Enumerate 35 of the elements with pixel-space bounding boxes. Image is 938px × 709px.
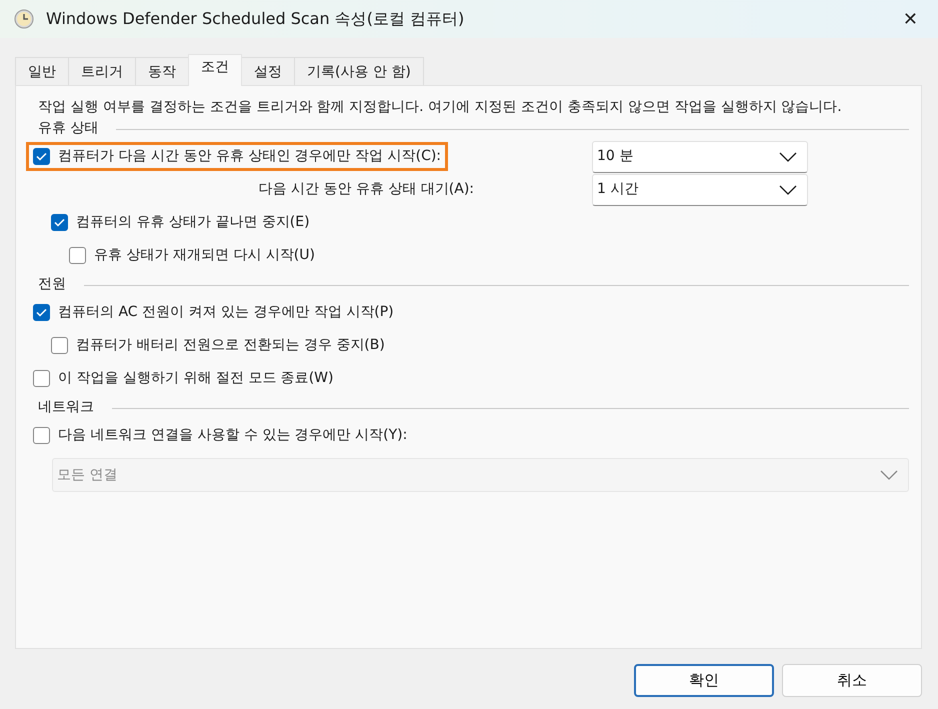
chevron-icon: [779, 184, 797, 194]
checkbox[interactable]: [51, 214, 68, 231]
section-title: 유휴 상태: [38, 118, 98, 138]
tab[interactable]: 일반: [15, 57, 69, 86]
checkbox[interactable]: [33, 427, 50, 444]
clock-icon: [14, 9, 34, 29]
chevron-icon: [779, 152, 797, 162]
check-icon: [36, 152, 47, 161]
section-title: 네트워크: [38, 398, 94, 416]
field-label: 다음 시간 동안 유휴 상태 대기(A):: [258, 181, 474, 197]
check-icon: [36, 308, 47, 317]
checkbox-label[interactable]: 컴퓨터의 유휴 상태가 끝나면 중지(E): [76, 212, 310, 233]
section-title: 전원: [38, 274, 66, 294]
dropdown[interactable]: 1 시간: [592, 174, 808, 206]
description-text: 작업 실행 여부를 결정하는 조건을 트리거와 함께 지정합니다. 여기에 지정된 조건이 충족되지 않으면 작업을 실행하지 않습니다.: [38, 98, 843, 117]
checkbox-label[interactable]: 컴퓨터가 배터리 전원으로 전환되는 경우 중지(B): [76, 335, 385, 356]
checkbox-label[interactable]: 유휴 상태가 재개되면 다시 시작(U): [94, 245, 315, 266]
tab[interactable]: 기록(사용 안 함): [294, 57, 424, 86]
check-icon: [54, 218, 65, 227]
dropdown[interactable]: 10 분: [592, 140, 808, 172]
dialog-button[interactable]: 취소: [782, 664, 922, 697]
window-title: Windows Defender Scheduled Scan 속성(로컬 컴퓨터): [46, 8, 464, 30]
checkbox-label[interactable]: 다음 네트워크 연결을 사용할 수 있는 경우에만 시작(Y):: [58, 425, 408, 446]
checkbox-label[interactable]: 이 작업을 실행하기 위해 절전 모드 종료(W): [58, 368, 334, 389]
checkbox[interactable]: [33, 148, 50, 165]
checkbox-label[interactable]: 컴퓨터가 다음 시간 동안 유휴 상태인 경우에만 작업 시작(C):: [58, 146, 442, 167]
checkbox[interactable]: [51, 337, 68, 354]
checkbox[interactable]: [33, 370, 50, 387]
dialog-button[interactable]: 확인: [634, 664, 774, 697]
checkbox-label[interactable]: 컴퓨터의 AC 전원이 켜져 있는 경우에만 작업 시작(P): [58, 302, 394, 323]
checkbox[interactable]: [33, 304, 50, 321]
close-button[interactable]: ✕: [892, 6, 928, 32]
tab[interactable]: 조건: [188, 54, 242, 86]
chevron-icon: [880, 470, 898, 480]
checkbox[interactable]: [69, 247, 86, 264]
